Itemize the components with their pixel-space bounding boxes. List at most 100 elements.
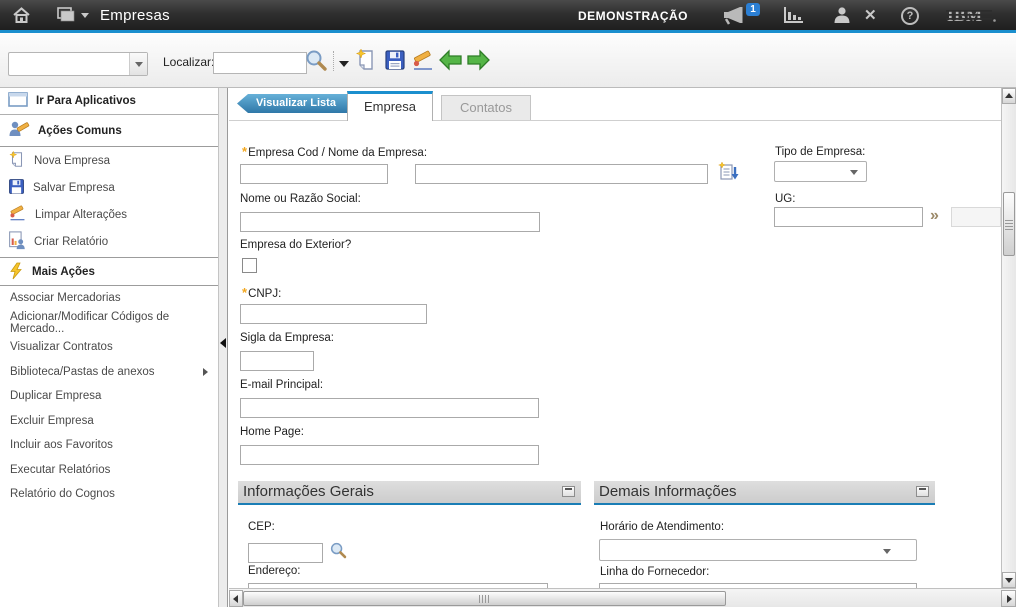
nome-razao-label: Nome ou Razão Social: xyxy=(240,193,361,205)
sidebar-item-incluir-aos-favoritos[interactable]: Incluir aos Favoritos xyxy=(0,433,218,458)
empresa-cod-input[interactable] xyxy=(240,164,388,184)
tab-empresa[interactable]: Empresa xyxy=(347,91,433,121)
vertical-scroll-thumb[interactable] xyxy=(1003,192,1015,256)
visualizar-lista-button[interactable]: Visualizar Lista xyxy=(237,94,347,113)
more-actions-title: Mais Ações xyxy=(32,266,95,278)
sidebar-item-duplicar-empresa[interactable]: Duplicar Empresa xyxy=(0,384,218,409)
cnpj-input[interactable] xyxy=(240,304,427,324)
pick-from-list-icon[interactable] xyxy=(718,161,740,188)
new-record-icon[interactable] xyxy=(354,48,378,77)
left-sidebar: Ir Para Aplicativos Ações Comuns Nova Em… xyxy=(0,88,218,607)
save-icon xyxy=(8,178,25,198)
vertical-scrollbar[interactable] xyxy=(1001,88,1016,588)
create-report-icon xyxy=(8,231,26,253)
scroll-left-button[interactable] xyxy=(229,590,243,607)
cnpj-label: *CNPJ: xyxy=(242,285,281,300)
sidebar-splitter[interactable] xyxy=(218,88,228,607)
common-actions-title: Ações Comuns xyxy=(38,125,122,137)
announcements-icon[interactable] xyxy=(722,5,746,30)
quick-nav-select[interactable] xyxy=(8,52,148,76)
sidebar-item-label: Criar Relatório xyxy=(34,236,108,248)
sidebar-item-label: Salvar Empresa xyxy=(33,182,115,194)
sidebar-item-nova-empresa[interactable]: Nova Empresa xyxy=(0,147,218,174)
tabstrip-divider xyxy=(229,120,1001,121)
ug-input[interactable] xyxy=(774,207,923,227)
sidebar-goto-label: Ir Para Aplicativos xyxy=(36,95,136,107)
cep-search-icon[interactable] xyxy=(329,541,348,565)
applications-window-icon xyxy=(8,92,28,110)
sidebar-item-salvar-empresa[interactable]: Salvar Empresa xyxy=(0,174,218,201)
sidebar-item-relatorio-do-cognos[interactable]: Relatório do Cognos xyxy=(0,482,218,507)
sidebar-item-label: Biblioteca/Pastas de anexos xyxy=(10,366,154,378)
ibm-logo: IBM xyxy=(946,5,998,30)
save-icon[interactable] xyxy=(384,49,406,76)
scroll-right-button[interactable] xyxy=(1001,590,1016,607)
ug-lookup-icon[interactable]: » xyxy=(930,207,939,225)
empresa-cod-label: *Empresa Cod / Nome da Empresa: xyxy=(242,144,427,159)
empresa-nome-input[interactable] xyxy=(415,164,708,184)
sidebar-item-executar-relatorios[interactable]: Executar Relatórios xyxy=(0,458,218,483)
localizar-label: Localizar: xyxy=(163,55,214,69)
scroll-up-button[interactable] xyxy=(1002,88,1016,104)
tab-label: Contatos xyxy=(460,100,512,115)
search-options-caret-icon[interactable] xyxy=(339,61,349,67)
app-switcher-caret-icon[interactable] xyxy=(81,13,89,18)
forward-arrow-icon[interactable] xyxy=(466,49,491,76)
common-actions-icon xyxy=(8,120,30,141)
notification-badge: 1 xyxy=(746,3,760,16)
sidebar-item-biblioteca-pastas-anexos[interactable]: Biblioteca/Pastas de anexos xyxy=(0,360,218,385)
sidebar-item-label: Adicionar/Modificar Códigos de Mercado..… xyxy=(10,311,218,335)
clear-changes-icon xyxy=(8,205,27,225)
application-window: Empresas DEMONSTRAÇÃO 1 ✕ ? IBM xyxy=(0,0,1016,607)
app-switcher-icon[interactable] xyxy=(57,7,79,28)
new-document-icon xyxy=(8,150,26,172)
sidebar-item-visualizar-contratos[interactable]: Visualizar Contratos xyxy=(0,335,218,360)
sidebar-item-associar-mercadorias[interactable]: Associar Mercadorias xyxy=(0,286,218,311)
help-icon[interactable]: ? xyxy=(901,7,919,25)
sidebar-item-limpar-alteracoes[interactable]: Limpar Alterações xyxy=(0,201,218,228)
horario-select[interactable] xyxy=(599,539,917,561)
required-marker: * xyxy=(242,144,247,159)
cep-input[interactable] xyxy=(248,543,323,563)
exterior-checkbox[interactable] xyxy=(242,258,257,273)
scroll-down-button[interactable] xyxy=(1002,572,1016,588)
page-title: Empresas xyxy=(100,7,170,24)
section-header-acoes-comuns: Ações Comuns xyxy=(0,115,218,147)
main-content: Visualizar Lista Empresa Contatos *Empre… xyxy=(229,88,1001,588)
required-marker: * xyxy=(242,285,247,300)
tab-contatos[interactable]: Contatos xyxy=(441,95,531,120)
tipo-empresa-select[interactable] xyxy=(774,161,867,182)
collapse-section-icon[interactable] xyxy=(562,486,575,497)
reports-chart-icon[interactable] xyxy=(783,6,805,29)
ug-display-field xyxy=(951,207,1001,227)
homepage-input[interactable] xyxy=(240,445,539,465)
home-icon[interactable] xyxy=(12,6,31,29)
localizar-input[interactable] xyxy=(213,52,307,74)
collapse-sidebar-icon[interactable] xyxy=(220,338,226,348)
user-profile-icon[interactable] xyxy=(832,6,852,29)
linha-fornecedor-label: Linha do Fornecedor: xyxy=(600,566,709,578)
exterior-label: Empresa do Exterior? xyxy=(240,239,351,251)
section-header-mais-acoes: Mais Ações xyxy=(0,259,218,286)
email-label: E-mail Principal: xyxy=(240,379,323,391)
sidebar-item-criar-relatorio[interactable]: Criar Relatório xyxy=(0,228,218,255)
sidebar-item-adicionar-modificar-codigos[interactable]: Adicionar/Modificar Códigos de Mercado..… xyxy=(0,311,218,336)
nome-razao-input[interactable] xyxy=(240,212,540,232)
sidebar-item-excluir-empresa[interactable]: Excluir Empresa xyxy=(0,409,218,434)
horizontal-scrollbar[interactable] xyxy=(229,588,1016,607)
email-input[interactable] xyxy=(240,398,539,418)
quick-nav-caret-icon[interactable] xyxy=(129,53,147,75)
back-arrow-icon[interactable] xyxy=(438,49,463,76)
sigla-input[interactable] xyxy=(240,351,314,371)
sidebar-item-ir-para-aplicativos[interactable]: Ir Para Aplicativos xyxy=(0,88,218,115)
clear-changes-icon[interactable] xyxy=(411,50,435,77)
ug-label: UG: xyxy=(775,193,795,205)
horizontal-scroll-thumb[interactable] xyxy=(243,591,726,606)
horario-label: Horário de Atendimento: xyxy=(600,521,724,533)
section-title: Informações Gerais xyxy=(243,483,374,500)
endereco-label: Endereço: xyxy=(248,565,300,577)
search-icon[interactable] xyxy=(304,48,329,78)
collapse-section-icon[interactable] xyxy=(916,486,929,497)
close-icon[interactable]: ✕ xyxy=(864,6,877,24)
quick-toolbar: Localizar: xyxy=(0,33,1016,88)
